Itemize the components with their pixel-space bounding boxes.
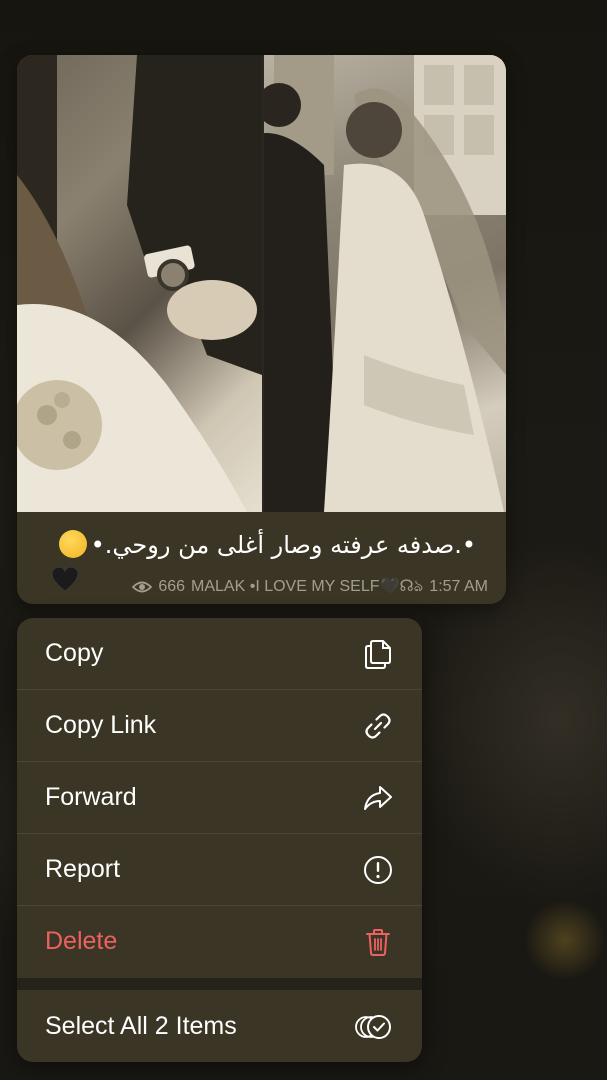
eye-icon (132, 581, 153, 592)
wedding-photo-couple[interactable] (264, 55, 506, 512)
menu-item-report-label: Report (45, 855, 121, 883)
menu-item-copy-link[interactable]: Copy Link (17, 690, 422, 761)
menu-item-delete[interactable]: Delete (17, 906, 422, 977)
message-caption: •.صدفه عرفته وصار أغلى من روحي.• (39, 525, 476, 565)
wedding-photo-couple-image (264, 55, 506, 512)
link-icon (361, 709, 395, 743)
menu-item-select-all-label: Select All 2 Items (45, 1012, 237, 1040)
caption-text: •.صدفه عرفته وصار أغلى من روحي.• (90, 531, 476, 559)
menu-group-divider (17, 978, 422, 990)
menu-item-report[interactable]: Report (17, 834, 422, 905)
message-time: 1:57 AM (429, 577, 488, 595)
drooling-face-emoji-icon (58, 530, 87, 558)
message-meta: 666 MALAK •I LOVE MY SELF🖤☊ঌ 1:57 AM (132, 573, 488, 600)
message-bubble[interactable]: •.صدفه عرفته وصار أغلى من روحي.• 666 MAL… (17, 55, 506, 604)
menu-item-forward-label: Forward (45, 783, 137, 811)
menu-item-copy[interactable]: Copy (17, 618, 422, 689)
view-count: 666 (158, 577, 186, 595)
wedding-photo-hands[interactable] (17, 55, 262, 512)
author-signature: MALAK •I LOVE MY SELF🖤☊ঌ (191, 578, 424, 595)
forward-arrow-icon (361, 781, 395, 815)
trash-icon (361, 925, 395, 959)
context-menu: Copy Copy Link Forward Report Delete Sel… (17, 618, 422, 1062)
menu-item-select-all[interactable]: Select All 2 Items (17, 991, 422, 1062)
wedding-photo-hands-image (17, 55, 262, 512)
copy-icon (361, 637, 395, 671)
menu-item-copy-label: Copy (45, 639, 104, 667)
exclamation-circle-icon (361, 853, 395, 887)
menu-item-copy-link-label: Copy Link (45, 711, 157, 739)
select-all-check-icon (355, 1010, 395, 1044)
menu-item-delete-label: Delete (45, 927, 118, 955)
photo-album[interactable] (17, 55, 506, 512)
black-heart-emoji-icon (51, 566, 79, 592)
menu-item-forward[interactable]: Forward (17, 762, 422, 833)
